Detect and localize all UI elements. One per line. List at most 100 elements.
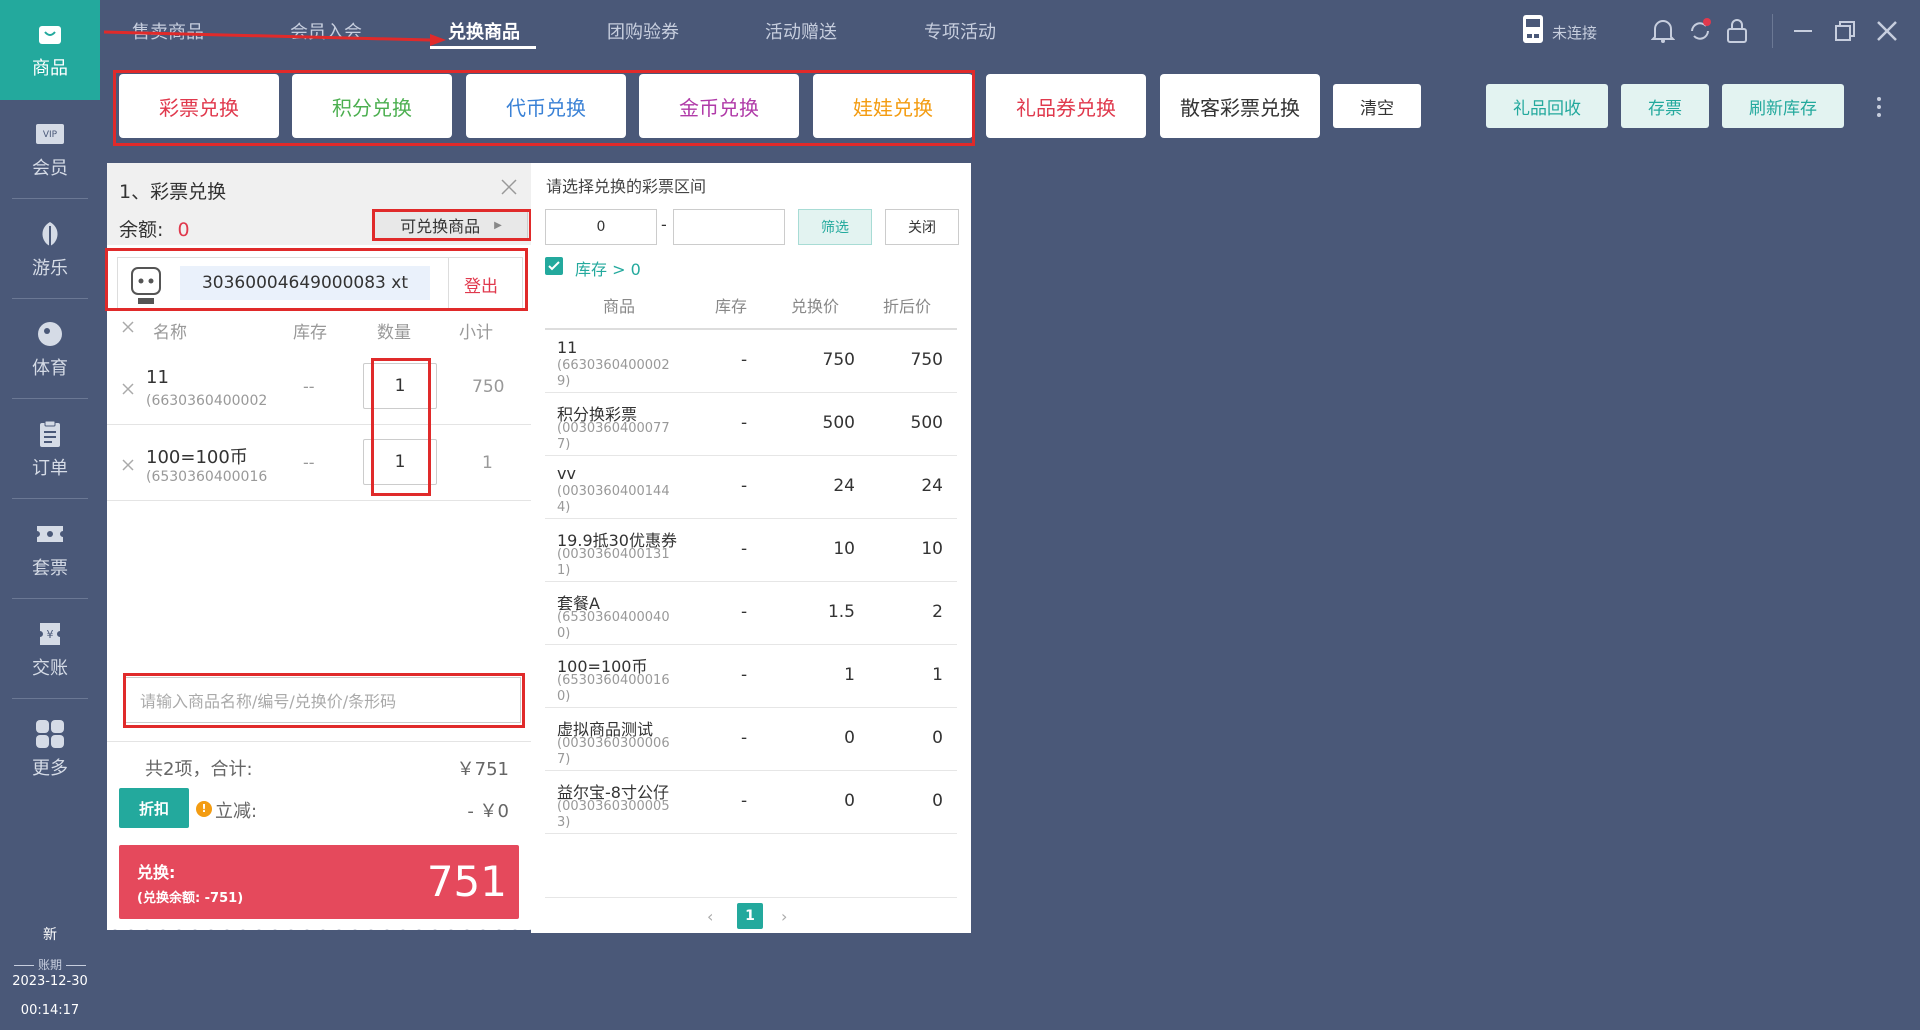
card-reader-icon <box>1520 15 1546 43</box>
clear-button[interactable]: 清空 <box>1333 84 1421 128</box>
clipboard-icon <box>35 420 65 448</box>
product-code: (65303604000160) <box>557 673 670 704</box>
gold-coin-exchange-button[interactable]: 金币兑换 <box>639 74 799 138</box>
lock-icon[interactable] <box>1724 18 1750 44</box>
bag-icon <box>35 20 65 48</box>
info-icon: ! <box>196 801 212 817</box>
remove-item-icon[interactable] <box>121 381 135 400</box>
sidebar-label: 商品 <box>32 58 68 79</box>
tab-group-voucher[interactable]: 团购验券 <box>607 18 679 44</box>
total-value: ￥751 <box>456 759 509 780</box>
token-exchange-button[interactable]: 代币兑换 <box>466 74 626 138</box>
product-price: 24 <box>833 476 855 496</box>
prev-page-icon[interactable]: ‹ <box>707 907 713 926</box>
selector-title: 请选择兑换的彩票区间 <box>546 177 707 196</box>
product-row[interactable]: vv (00303604001444) - 24 24 <box>545 456 957 519</box>
clock-time: 00:14:17 <box>20 1003 80 1018</box>
close-panel-icon[interactable] <box>499 177 519 201</box>
item-stock: -- <box>303 453 315 472</box>
product-selector-panel: 请选择兑换的彩票区间 0 - 筛选 关闭 库存 > 0 商品 库存 兑换价 折后… <box>531 163 971 933</box>
gift-recycle-button[interactable]: 礼品回收 <box>1486 84 1608 128</box>
item-subtotal: 1 <box>482 453 493 473</box>
sidebar-item-goods[interactable]: 商品 <box>0 0 100 100</box>
stock-filter-label: 库存 > 0 <box>575 260 641 279</box>
sidebar-item-member[interactable]: VIP 会员 <box>0 100 100 200</box>
close-filter-button[interactable]: 关闭 <box>885 209 959 245</box>
lottery-exchange-button[interactable]: 彩票兑换 <box>119 74 279 138</box>
discount-button[interactable]: 折扣 <box>119 788 189 828</box>
tab-event-gift[interactable]: 活动赠送 <box>765 18 837 44</box>
gift-voucher-exchange-button[interactable]: 礼品券兑换 <box>986 74 1146 138</box>
exchange-balance: (兑换余额: -751) <box>137 891 244 906</box>
product-discounted-price: 0 <box>932 728 943 748</box>
logout-button[interactable]: 登出 <box>464 272 498 297</box>
guest-lottery-exchange-button[interactable]: 散客彩票兑换 <box>1160 74 1320 138</box>
goods-search-input[interactable]: 请输入商品名称/编号/兑换价/条形码 <box>125 677 521 723</box>
reduce-value: - ￥0 <box>467 801 509 822</box>
minimize-icon[interactable] <box>1790 18 1816 44</box>
balance: 余额: 0 <box>119 219 190 241</box>
sidebar-label: 游乐 <box>32 258 68 279</box>
avatar <box>124 262 168 306</box>
sidebar-label: 订单 <box>32 458 68 479</box>
product-price: 0 <box>844 791 855 811</box>
sidebar-item-orders[interactable]: 订单 <box>0 400 100 500</box>
filter-button[interactable]: 筛选 <box>798 209 872 245</box>
page-number[interactable]: 1 <box>737 903 763 929</box>
sidebar-item-more[interactable]: 更多 <box>0 700 100 800</box>
product-row[interactable]: 19.9抵30优惠券 (00303604001311) - 10 10 <box>545 519 957 582</box>
quantity-input[interactable]: 1 <box>363 439 437 485</box>
refresh-stock-button[interactable]: 刷新库存 <box>1722 84 1844 128</box>
stock-filter-checkbox[interactable] <box>545 257 563 275</box>
cart-row: 11 (66303604000029 -- 1 750 <box>107 349 531 425</box>
product-row[interactable]: 益尔宝-8寸公仔 (00303603000053) - 0 0 <box>545 771 957 834</box>
product-discounted-price: 0 <box>932 791 943 811</box>
range-to-input[interactable] <box>673 209 785 245</box>
product-row[interactable]: 11 (66303604000029) - 750 750 <box>545 330 957 393</box>
close-icon[interactable] <box>1874 18 1900 44</box>
next-page-icon[interactable]: › <box>781 907 787 926</box>
tab-special-event[interactable]: 专项活动 <box>924 18 996 44</box>
product-row[interactable]: 虚拟商品测试 (00303603000067) - 0 0 <box>545 708 957 771</box>
restore-icon[interactable] <box>1832 18 1858 44</box>
exchange-label: 兑换: <box>137 863 176 882</box>
leaf-icon <box>35 220 65 248</box>
product-row[interactable]: 积分换彩票 (00303604000777) - 500 500 <box>545 393 957 456</box>
column-header: 库存 <box>715 297 748 316</box>
item-subtotal: 750 <box>472 377 505 397</box>
balance-value: 0 <box>177 219 190 241</box>
sidebar-item-settlement[interactable]: ¥ 交账 <box>0 600 100 700</box>
new-label: 新 <box>43 927 57 943</box>
remove-item-icon[interactable] <box>121 457 135 476</box>
points-exchange-button[interactable]: 积分兑换 <box>292 74 452 138</box>
product-discounted-price: 1 <box>932 665 943 685</box>
sidebar-item-sports[interactable]: 体育 <box>0 300 100 400</box>
doll-exchange-button[interactable]: 娃娃兑换 <box>813 74 973 138</box>
product-row[interactable]: 100=100币 (65303604000160) - 1 1 <box>545 645 957 708</box>
yen-ticket-icon: ¥ <box>35 620 65 648</box>
connection-status: 未连接 <box>1552 24 1598 42</box>
product-row[interactable]: 套餐A (65303604000400) - 1.5 2 <box>545 582 957 645</box>
confirm-exchange-button[interactable]: 兑换: (兑换余额: -751) 751 <box>119 845 519 919</box>
tab-exchange-goods[interactable]: 兑换商品 <box>448 18 520 44</box>
more-options-icon[interactable] <box>1876 96 1882 118</box>
product-price: 500 <box>822 413 855 433</box>
period-label: 账期 <box>0 956 100 973</box>
product-discounted-price: 500 <box>910 413 943 433</box>
bell-icon[interactable] <box>1650 18 1676 44</box>
column-header: 折后价 <box>883 297 932 316</box>
product-price: 0 <box>844 728 855 748</box>
range-from-input[interactable]: 0 <box>545 209 657 245</box>
column-header: 数量 <box>377 323 411 343</box>
product-price: 1 <box>844 665 855 685</box>
exchangeable-goods-button[interactable]: 可兑换商品 ▶ <box>374 211 528 239</box>
item-name: 11 <box>146 367 169 388</box>
sync-icon[interactable] <box>1687 18 1713 44</box>
caret-right-icon: ▶ <box>494 219 502 231</box>
save-ticket-button[interactable]: 存票 <box>1621 84 1709 128</box>
sidebar-item-package-ticket[interactable]: 套票 <box>0 500 100 600</box>
member-row: 30360004649000083 xt 登出 <box>117 257 523 309</box>
quantity-input[interactable]: 1 <box>363 363 437 409</box>
sidebar-item-amusement[interactable]: 游乐 <box>0 200 100 300</box>
remove-all-icon[interactable] <box>121 319 135 338</box>
